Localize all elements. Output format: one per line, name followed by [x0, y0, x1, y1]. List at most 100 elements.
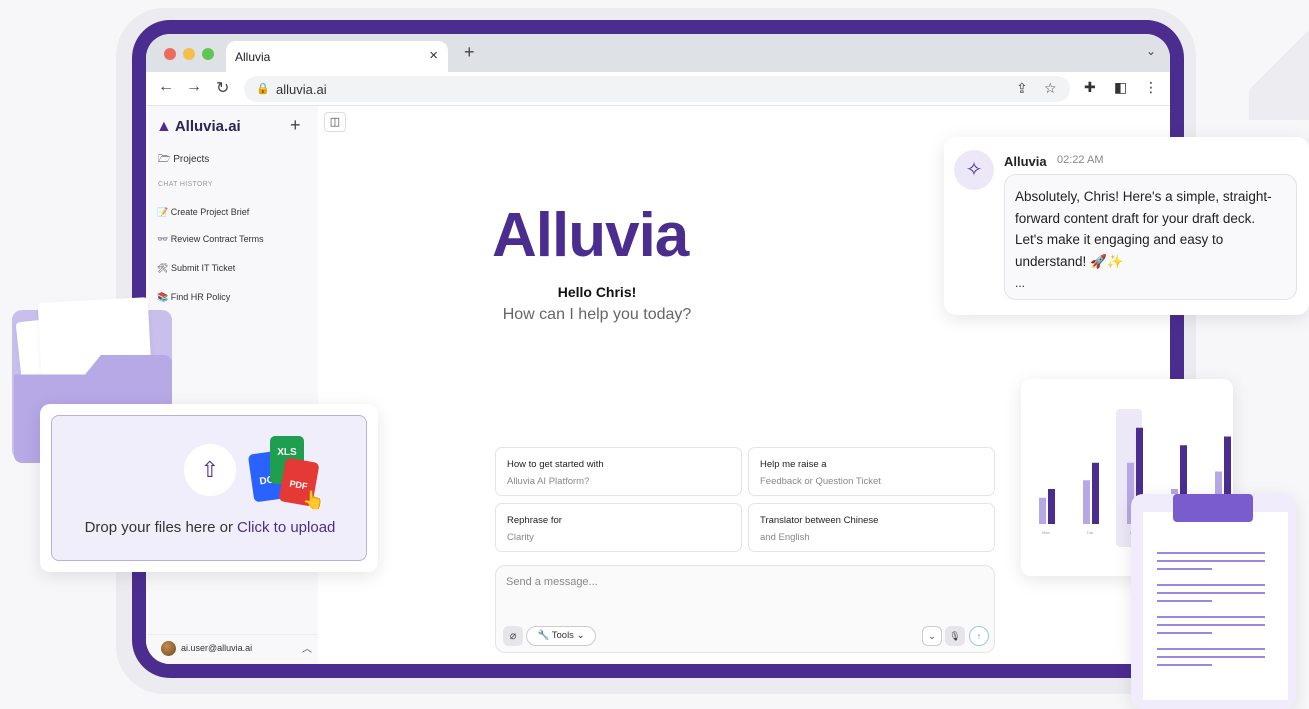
suggestion-card-raise-ticket[interactable]: Help me raise a Feedback or Question Tic…	[748, 447, 995, 496]
avatar	[161, 641, 176, 656]
text-line	[1157, 624, 1265, 626]
text-line	[1157, 664, 1212, 666]
clip	[1173, 494, 1253, 522]
text-line	[1157, 560, 1265, 562]
suggestion-title: How to get started with	[507, 459, 604, 470]
side-panel-icon[interactable]: ◧	[1114, 79, 1127, 96]
drop-text: Drop your files here or	[84, 519, 233, 536]
upload-icon: ⇧	[184, 444, 236, 496]
tools-icon: 🛠	[157, 263, 169, 273]
background-decoration	[1249, 0, 1309, 120]
message-bubble: Absolutely, Chris! Here's a simple, stra…	[1004, 174, 1297, 300]
reload-icon[interactable]: ↻	[216, 78, 229, 98]
user-email: ai.user@alluvia.ai	[181, 643, 253, 653]
microphone-icon[interactable]: 🎙	[945, 626, 965, 646]
chart-bar	[1083, 480, 1090, 524]
history-item-review-contract-terms[interactable]: 👓 Review Contract Terms	[157, 234, 264, 245]
suggestion-card-rephrase[interactable]: Rephrase for Clarity	[495, 503, 742, 552]
browser-toolbar: ← → ↻ 🔒 alluvia.ai ⇪ ☆ ✚ ◧ ⋮	[146, 72, 1170, 106]
text-line	[1157, 600, 1212, 602]
chart-bar	[1092, 462, 1099, 524]
url-text: alluvia.ai	[276, 82, 327, 97]
history-item-label: Submit IT Ticket	[170, 263, 236, 273]
history-item-create-project-brief[interactable]: 📝 Create Project Brief	[157, 207, 249, 218]
chart-tick-label: Tue	[1087, 530, 1095, 535]
suggestion-card-translator[interactable]: Translator between Chinese and English	[748, 503, 995, 552]
text-line	[1157, 568, 1212, 570]
suggestion-subtitle: and English	[760, 532, 810, 543]
lock-icon: 🔒	[256, 83, 270, 95]
dropzone[interactable]: ⇧ DOC XLS PDF 👆 Drop your files here orC…	[51, 415, 367, 561]
forward-arrow-icon[interactable]: →	[186, 78, 202, 96]
text-line	[1157, 616, 1265, 618]
hero-logo: Alluvia	[492, 201, 689, 270]
browser-menu-icon[interactable]: ⋮	[1144, 79, 1158, 96]
chart-bar	[1048, 489, 1055, 524]
sidebar-toggle-icon[interactable]: ◫	[324, 112, 346, 132]
chevron-up-icon[interactable]: ︿	[302, 640, 312, 655]
message-input[interactable]	[506, 576, 976, 588]
new-chat-button[interactable]: +	[290, 115, 301, 136]
alluvia-logo-icon: ▲	[156, 118, 172, 135]
wrench-icon: 🔧	[537, 630, 550, 641]
history-item-label: Create Project Brief	[170, 207, 250, 217]
suggestion-title: Translator between Chinese	[760, 515, 879, 526]
chevron-down-icon: ⌄	[576, 630, 585, 641]
clipboard-paper	[1143, 512, 1288, 700]
tab-title: Alluvia	[235, 50, 271, 64]
bot-name: Alluvia	[1004, 154, 1047, 169]
click-to-upload-link[interactable]: Click to upload	[237, 519, 335, 536]
drop-instructions: Drop your files here or Click to upload	[52, 519, 368, 536]
chart-tick-label: Mon	[1042, 530, 1050, 535]
history-item-label: Review Contract Terms	[170, 234, 264, 244]
paperclip-icon[interactable]: ⌀	[503, 626, 523, 646]
sparkle-icon: ✧	[954, 150, 994, 190]
suggestion-title: Rephrase for	[507, 515, 562, 526]
text-line	[1157, 632, 1212, 634]
clipboard-card	[1131, 494, 1296, 709]
bookmark-star-icon[interactable]: ☆	[1044, 80, 1057, 97]
folder-icon: 🗁	[158, 154, 171, 165]
address-bar[interactable]: 🔒 alluvia.ai ⇪ ☆	[244, 76, 1070, 102]
message-timestamp: 02:22 AM	[1057, 154, 1104, 166]
model-dropdown-button[interactable]: ⌄	[922, 626, 942, 646]
tools-label: Tools	[551, 630, 574, 641]
brand-name: Alluvia.ai	[174, 118, 241, 135]
send-button[interactable]: ↑	[969, 626, 989, 646]
sidebar-item-projects[interactable]: 🗁 Projects	[158, 152, 209, 169]
minimize-window-button[interactable]	[183, 48, 195, 60]
message-composer: ⌀ 🔧 Tools ⌄ ⌄ 🎙 ↑	[495, 565, 995, 653]
message-text: Absolutely, Chris! Here's a simple, stra…	[1015, 189, 1272, 269]
history-item-submit-it-ticket[interactable]: 🛠 Submit IT Ticket	[157, 263, 235, 274]
memo-icon: 📝	[157, 207, 169, 217]
glasses-icon: 👓	[157, 234, 169, 244]
tab-close-icon[interactable]: ×	[429, 47, 438, 64]
tab-bar: Alluvia × + ⌄	[146, 34, 1170, 72]
message-ellipsis: ...	[1015, 276, 1026, 290]
new-tab-button[interactable]: +	[464, 42, 475, 63]
chat-history-label: CHAT HISTORY	[158, 181, 213, 188]
text-line	[1157, 592, 1265, 594]
brand-logo[interactable]: ▲ Alluvia.ai	[156, 118, 241, 136]
share-icon[interactable]: ⇪	[1016, 80, 1028, 97]
pointer-hand-icon: 👆	[302, 490, 325, 510]
maximize-window-button[interactable]	[202, 48, 214, 60]
text-line	[1157, 552, 1265, 554]
text-line	[1157, 656, 1265, 658]
tab-search-button[interactable]: ⌄	[1146, 44, 1156, 58]
user-menu[interactable]: ai.user@alluvia.ai ︿	[146, 634, 318, 664]
extensions-icon[interactable]: ✚	[1084, 79, 1096, 96]
sidebar-item-label: Projects	[173, 154, 210, 165]
close-window-button[interactable]	[164, 48, 176, 60]
suggestion-subtitle: Feedback or Question Ticket	[760, 476, 881, 487]
browser-tab[interactable]: Alluvia ×	[226, 41, 448, 72]
suggestion-card-get-started[interactable]: How to get started with Alluvia AI Platf…	[495, 447, 742, 496]
text-line	[1157, 648, 1265, 650]
suggestion-subtitle: Alluvia AI Platform?	[507, 476, 590, 487]
suggestion-title: Help me raise a	[760, 459, 827, 470]
chat-message-card: ✧ Alluvia 02:22 AM Absolutely, Chris! He…	[944, 137, 1309, 315]
text-line	[1157, 584, 1265, 586]
tools-button[interactable]: 🔧 Tools ⌄	[526, 626, 596, 646]
back-arrow-icon[interactable]: ←	[158, 78, 174, 96]
upload-card: ⇧ DOC XLS PDF 👆 Drop your files here orC…	[40, 404, 378, 572]
